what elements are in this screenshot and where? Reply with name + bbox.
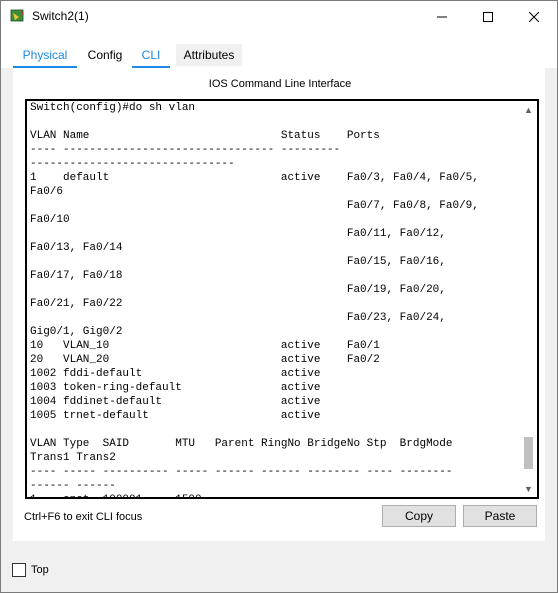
- terminal-line: 1004 fddinet-default active: [30, 396, 347, 408]
- terminal-output[interactable]: Switch(config)#do sh vlan VLAN Name Stat…: [30, 101, 518, 497]
- terminal-line: Fa0/17, Fa0/18: [30, 270, 123, 282]
- terminal-line: Fa0/11, Fa0/12,: [30, 228, 446, 240]
- top-checkbox-label: Top: [31, 564, 49, 576]
- terminal-line: Trans1 Trans2: [30, 452, 116, 464]
- cli-terminal[interactable]: Switch(config)#do sh vlan VLAN Name Stat…: [25, 99, 539, 499]
- tab-physical[interactable]: Physical: [13, 46, 77, 69]
- scroll-thumb[interactable]: [524, 437, 533, 469]
- terminal-line: Gig0/1, Gig0/2: [30, 326, 123, 338]
- terminal-line: 1003 token-ring-default active: [30, 382, 347, 394]
- terminal-line: 1 default active Fa0/3, Fa0/4, Fa0/5,: [30, 172, 479, 184]
- terminal-line: Switch(config)#do sh vlan: [30, 102, 196, 114]
- terminal-line: ---- -------------------------------- --…: [30, 144, 347, 156]
- minimize-button[interactable]: [419, 1, 465, 32]
- close-button[interactable]: [511, 1, 557, 32]
- cli-focus-hint: Ctrl+F6 to exit CLI focus: [24, 511, 143, 523]
- terminal-line: Fa0/21, Fa0/22: [30, 298, 123, 310]
- terminal-line: 1 enet 100001 1500 - - - - -: [30, 494, 406, 497]
- app-window: Switch2(1) Physical Config CLI Attribute…: [0, 0, 558, 593]
- cli-panel: IOS Command Line Interface Switch(config…: [13, 68, 545, 541]
- tab-config[interactable]: Config: [84, 46, 126, 66]
- terminal-line: 10 VLAN_10 active Fa0/1: [30, 340, 380, 352]
- top-checkbox[interactable]: [12, 563, 26, 577]
- terminal-line: Fa0/15, Fa0/16,: [30, 256, 446, 268]
- maximize-icon: [483, 11, 493, 22]
- terminal-line: ------ ------: [30, 480, 116, 492]
- tab-cli[interactable]: CLI: [132, 46, 170, 69]
- terminal-line: Fa0/10: [30, 214, 70, 226]
- terminal-line: -------------------------------: [30, 158, 235, 170]
- title-bar[interactable]: Switch2(1): [1, 1, 557, 32]
- terminal-line: 20 VLAN_20 active Fa0/2: [30, 354, 380, 366]
- terminal-line: VLAN Name Status Ports: [30, 130, 380, 142]
- terminal-line: Fa0/6: [30, 186, 64, 198]
- tab-attributes[interactable]: Attributes: [176, 44, 242, 66]
- terminal-scrollbar[interactable]: ▲ ▼: [520, 101, 537, 497]
- cli-section-title: IOS Command Line Interface: [208, 78, 352, 90]
- terminal-line: Fa0/13, Fa0/14: [30, 242, 123, 254]
- maximize-button[interactable]: [465, 1, 511, 32]
- terminal-line: Fa0/23, Fa0/24,: [30, 312, 446, 324]
- paste-button[interactable]: Paste: [463, 505, 537, 527]
- scroll-up-icon[interactable]: ▲: [520, 101, 537, 118]
- terminal-line: Fa0/7, Fa0/8, Fa0/9,: [30, 200, 479, 212]
- switch-app-icon: [10, 9, 24, 22]
- tab-bar: Physical Config CLI Attributes: [1, 32, 557, 69]
- close-icon: [529, 11, 539, 22]
- scroll-down-icon[interactable]: ▼: [520, 480, 537, 497]
- terminal-line: 1005 trnet-default active: [30, 410, 347, 422]
- terminal-line: VLAN Type SAID MTU Parent RingNo BridgeN…: [30, 438, 453, 450]
- copy-button[interactable]: Copy: [382, 505, 456, 527]
- terminal-line: Fa0/19, Fa0/20,: [30, 284, 446, 296]
- terminal-line: ---- ----- ---------- ----- ------ -----…: [30, 466, 453, 478]
- terminal-line: 1002 fddi-default active: [30, 368, 347, 380]
- minimize-icon: [437, 16, 447, 17]
- window-title: Switch2(1): [32, 9, 89, 23]
